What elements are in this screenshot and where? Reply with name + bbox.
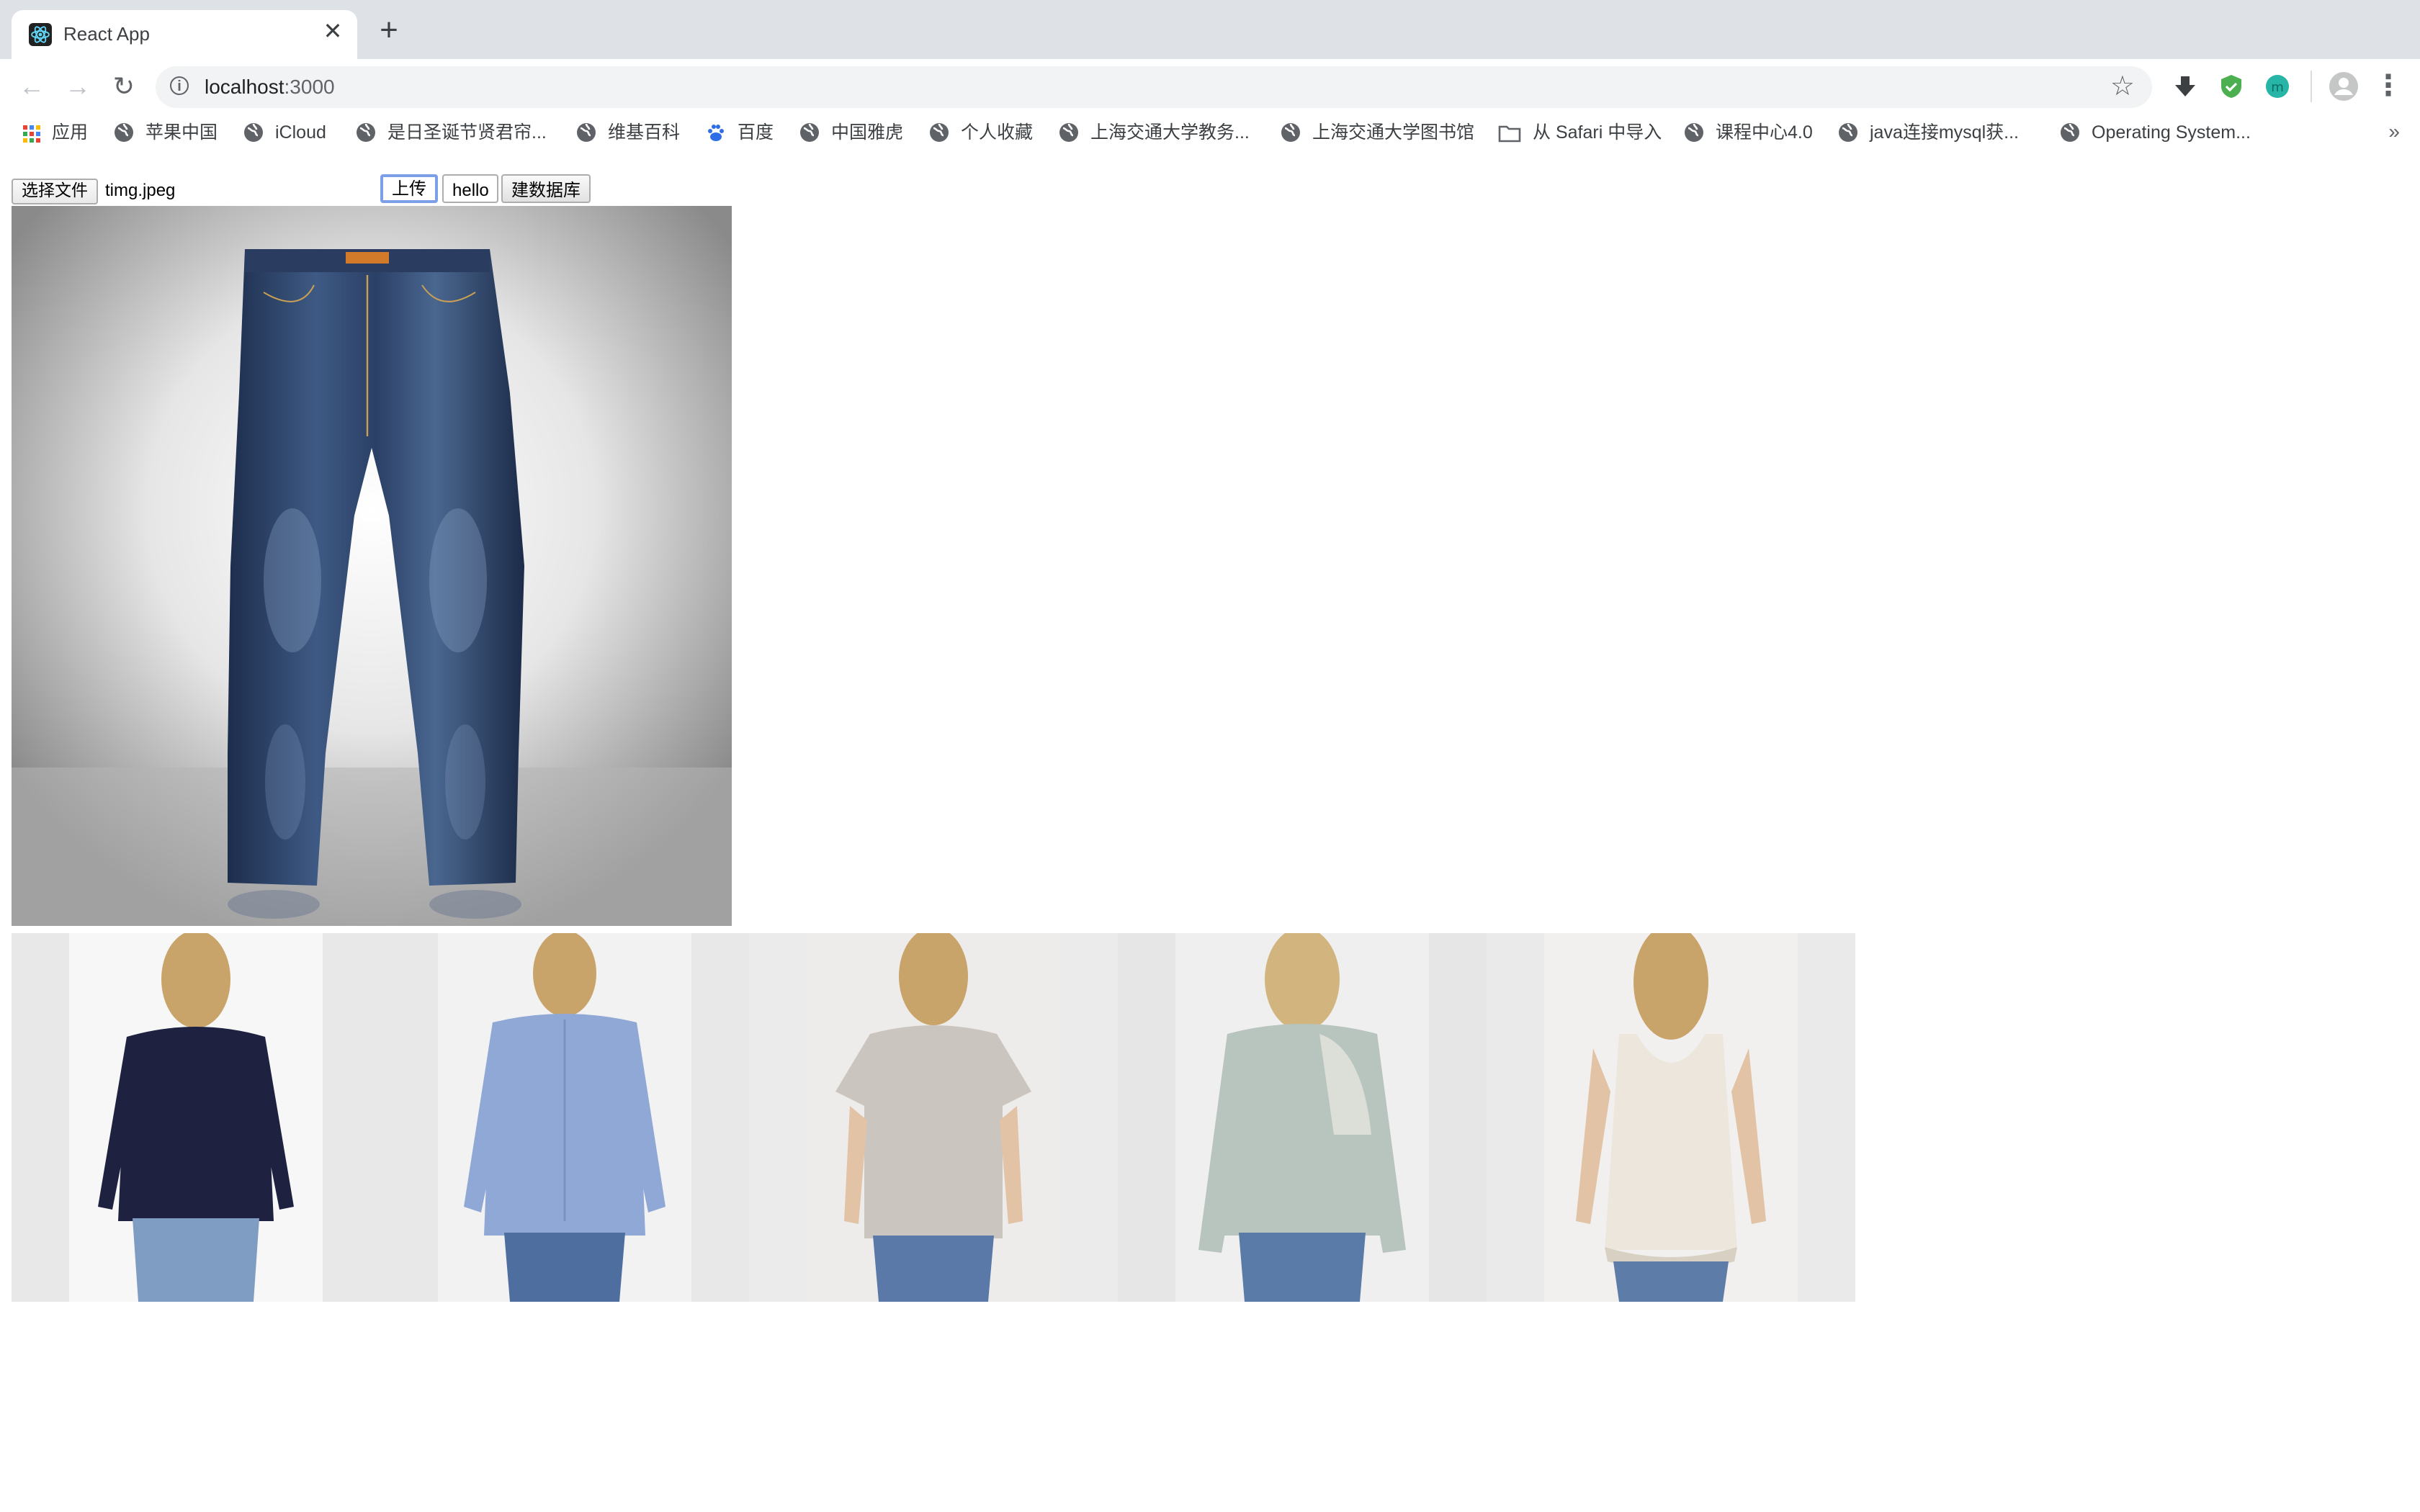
browser-window: React App ✕ + ← → ↻ i localhost:3000 ☆ m… [0,0,2420,1512]
bookmark-safari-import[interactable]: 从 Safari 中导入 [1498,120,1662,145]
bookmark-star-icon[interactable]: ☆ [2110,71,2135,104]
close-tab-icon[interactable]: ✕ [320,20,346,46]
globe-icon [929,122,949,150]
bookmark-label: 个人收藏 [961,122,1034,143]
bookmark-apps[interactable]: 应用 [23,120,88,145]
bookmark-label: 应用 [52,122,89,143]
result-image-grey-tshirt[interactable] [749,933,1118,1302]
uploaded-jeans-image [12,206,732,926]
bookmark-label: 百度 [738,122,774,143]
globe-icon [799,122,820,150]
result-image-navy-top[interactable] [12,933,380,1302]
toolbar-divider [2311,71,2312,102]
result-image-blue-shirt[interactable] [380,933,749,1302]
globe-icon [576,122,596,150]
bookmark-label: 中国雅虎 [831,122,904,143]
result-image-lace-sweater[interactable] [1118,933,1487,1302]
bookmark-course-center[interactable]: 课程中心4.0 [1684,120,1813,145]
bookmark-label: iCloud [275,122,326,143]
bookmark-label: 维基百科 [608,122,681,143]
page-content: 选择文件 timg.jpeg 上传 hello 建数据库 [0,161,2420,1512]
globe-icon [356,122,376,150]
bookmark-java-mysql[interactable]: java连接mysql获... [1838,120,2019,145]
shield-extension-icon[interactable] [2218,73,2244,99]
address-bar[interactable]: i localhost:3000 ☆ [156,66,2152,108]
apps-grid-icon [23,124,40,150]
bookmark-label: Operating System... [2092,122,2251,143]
bookmark-label: 苹果中国 [145,122,218,143]
upload-button[interactable]: 上传 [380,174,439,203]
bookmarks-bar: 应用 苹果中国 iCloud 是日圣诞节贤君帘... 维基百科 百度 中国雅虎 … [0,114,2420,151]
url-text: localhost:3000 [205,75,335,98]
bookmark-label: 课程中心4.0 [1716,122,1813,143]
back-arrow-icon[interactable]: ← [16,71,48,102]
globe-icon [1684,122,1704,150]
bookmark-label: 上海交通大学教务... [1090,122,1250,143]
globe-icon [1281,122,1301,150]
bookmark-sjtu-library[interactable]: 上海交通大学图书馆 [1281,120,1474,145]
search-results-strip [12,933,1855,1302]
bookmarks-overflow-button[interactable]: » [2388,120,2400,143]
tab-strip: React App ✕ + [0,0,2420,59]
bookmark-baidu[interactable]: 百度 [706,120,774,145]
hello-button[interactable]: hello [442,174,499,203]
globe-icon [114,122,134,150]
globe-icon [2060,122,2080,150]
bookmark-sjtu-academic[interactable]: 上海交通大学教务... [1059,120,1250,145]
site-info-icon[interactable]: i [170,76,189,95]
m-extension-icon[interactable]: m [2264,73,2290,99]
browser-toolbar: ← → ↻ i localhost:3000 ☆ m ⋮ [0,59,2420,114]
bookmark-favorites[interactable]: 个人收藏 [929,120,1033,145]
bookmark-icloud[interactable]: iCloud [243,120,326,145]
react-logo-icon [29,23,52,46]
forward-arrow-icon[interactable]: → [62,71,94,102]
download-extension-icon[interactable] [2172,73,2198,99]
bookmark-label: 是日圣诞节贤君帘... [387,122,547,143]
bookmark-label: 上海交通大学图书馆 [1312,122,1475,143]
profile-avatar-icon[interactable] [2328,71,2360,102]
globe-icon [1059,122,1079,150]
result-image-lace-tank[interactable] [1487,933,1855,1302]
tab-title: React App [63,23,150,45]
bookmark-label: java连接mysql获... [1870,122,2019,143]
build-database-button[interactable]: 建数据库 [501,174,591,203]
globe-icon [243,122,264,150]
baidu-paw-icon [706,122,726,150]
new-tab-button[interactable]: + [373,14,405,46]
reload-icon[interactable]: ↻ [108,71,140,102]
folder-icon [1498,124,1521,150]
bookmark-yahoo-china[interactable]: 中国雅虎 [799,120,903,145]
menu-dots-icon[interactable]: ⋮ [2372,71,2404,102]
tab-react-app[interactable]: React App ✕ [12,10,357,59]
bookmark-label: 从 Safari 中导入 [1533,122,1662,143]
globe-icon [1838,122,1858,150]
bookmark-operating-system[interactable]: Operating System... [2060,120,2251,145]
bookmark-christmas[interactable]: 是日圣诞节贤君帘... [356,120,547,145]
selected-file-name: timg.jpeg [105,180,176,200]
choose-file-button[interactable]: 选择文件 [12,179,98,204]
svg-text:m: m [2271,80,2284,95]
bookmark-wikipedia[interactable]: 维基百科 [576,120,680,145]
bookmark-apple-china[interactable]: 苹果中国 [114,120,218,145]
